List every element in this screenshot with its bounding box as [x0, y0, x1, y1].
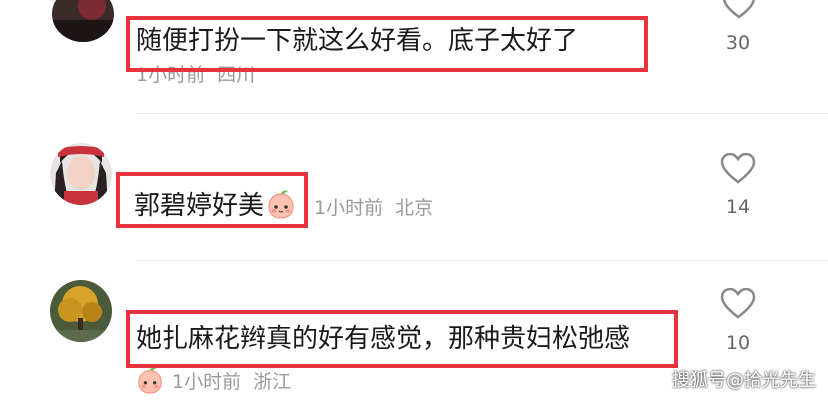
divider — [136, 113, 828, 114]
comment-time: 1小时前 — [314, 197, 384, 219]
avatar[interactable] — [50, 143, 112, 205]
avatar[interactable] — [50, 280, 112, 342]
highlight-box — [126, 16, 648, 72]
comment-meta: 1小时前 北京 — [314, 193, 445, 220]
like-count: 14 — [725, 196, 751, 218]
watermark: 搜狐号@拾光先生 — [672, 370, 816, 391]
peach-emoji-icon — [136, 366, 164, 399]
comment-meta: 1小时前 浙江 — [136, 366, 303, 399]
comment-location: 北京 — [395, 197, 434, 219]
comment-location: 浙江 — [253, 371, 292, 393]
comment-time: 1小时前 — [172, 371, 242, 393]
heart-icon[interactable] — [720, 152, 756, 189]
highlight-box — [116, 172, 308, 228]
highlight-box — [126, 310, 678, 368]
like-count: 30 — [725, 32, 751, 54]
like-count: 10 — [725, 332, 751, 354]
heart-icon[interactable] — [720, 287, 756, 324]
avatar[interactable] — [52, 0, 114, 42]
divider — [136, 260, 828, 261]
heart-icon[interactable] — [722, 0, 756, 24]
